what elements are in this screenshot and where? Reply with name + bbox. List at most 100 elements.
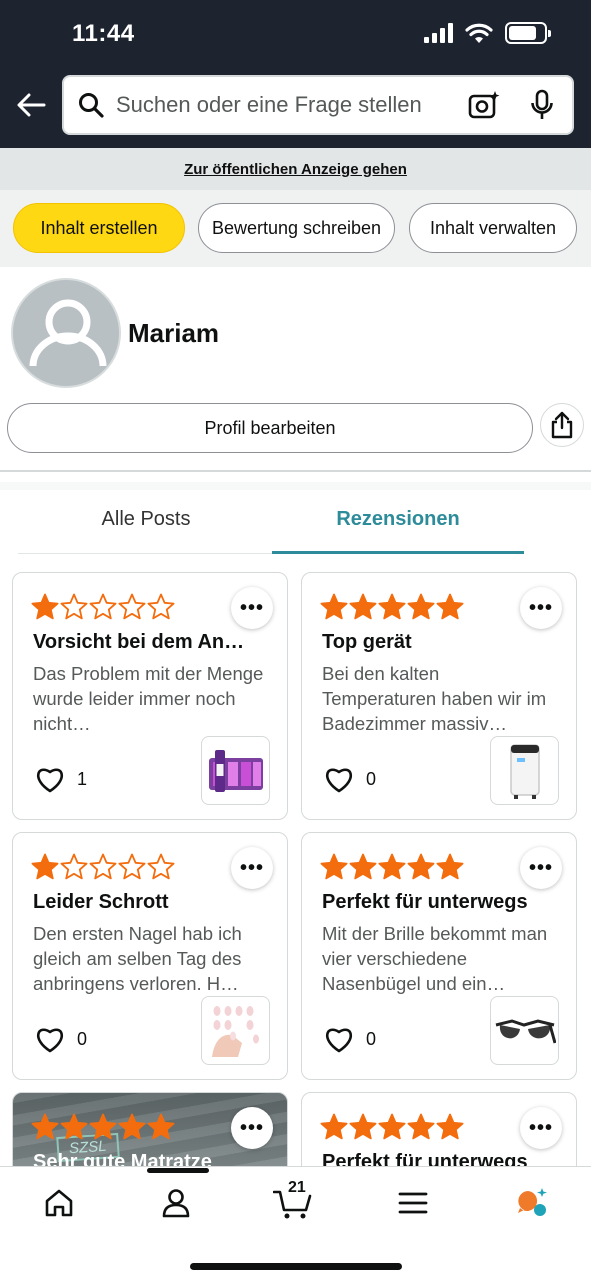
- press-on-nails-icon[interactable]: [201, 996, 270, 1065]
- menu-icon[interactable]: [383, 1183, 443, 1223]
- review-card[interactable]: ••• Vorsicht bei dem An… Das Problem mit…: [12, 572, 288, 820]
- public-view-bar: Zur öffentlichen Anzeige gehen: [0, 148, 591, 190]
- star-empty-icon: [60, 593, 88, 620]
- profile-name: Mariam: [128, 318, 220, 348]
- star-filled-icon: [378, 593, 406, 620]
- star-filled-icon: [31, 853, 59, 880]
- star-filled-icon: [349, 593, 377, 620]
- home-icon[interactable]: [29, 1183, 89, 1223]
- star-filled-icon: [31, 593, 59, 620]
- battery-icon: [505, 22, 551, 44]
- edit-profile-button[interactable]: Profil bearbeiten: [7, 403, 533, 453]
- assistant-chat-icon[interactable]: [502, 1183, 562, 1223]
- review-title: Top gerät: [322, 631, 412, 653]
- tab-all-posts[interactable]: Alle Posts: [20, 508, 272, 531]
- share-icon[interactable]: [540, 403, 584, 447]
- back-arrow-icon[interactable]: [14, 88, 48, 122]
- star-rating: [31, 853, 175, 880]
- star-filled-icon: [118, 1113, 146, 1140]
- search-bar[interactable]: Suchen oder eine Frage stellen: [62, 75, 574, 135]
- like-button[interactable]: 0: [324, 1026, 376, 1053]
- star-filled-icon: [60, 1113, 88, 1140]
- more-options-icon[interactable]: •••: [520, 587, 562, 629]
- star-filled-icon: [407, 1113, 435, 1140]
- like-count: 0: [366, 1029, 377, 1049]
- heart-icon: [326, 1028, 352, 1053]
- star-filled-icon: [320, 593, 348, 620]
- star-rating: [320, 1113, 464, 1140]
- star-empty-icon: [60, 853, 88, 880]
- tab-reviews[interactable]: Rezensionen: [272, 508, 524, 531]
- more-options-icon[interactable]: •••: [231, 1107, 273, 1149]
- star-filled-icon: [407, 593, 435, 620]
- more-options-icon[interactable]: •••: [520, 847, 562, 889]
- public-view-link[interactable]: Zur öffentlichen Anzeige gehen: [184, 161, 407, 178]
- review-title: Vorsicht bei dem An…: [33, 631, 245, 653]
- star-empty-icon: [147, 593, 175, 620]
- more-options-icon[interactable]: •••: [520, 1107, 562, 1149]
- star-empty-icon: [89, 593, 117, 620]
- account-icon[interactable]: [146, 1183, 206, 1223]
- home-indicator: [190, 1263, 402, 1270]
- like-count: 0: [77, 1029, 88, 1049]
- manage-content-button[interactable]: Inhalt verwalten: [409, 203, 577, 253]
- star-rating: [31, 1113, 175, 1140]
- star-filled-icon: [436, 593, 464, 620]
- camera-icon[interactable]: [466, 87, 502, 123]
- more-options-icon[interactable]: •••: [231, 847, 273, 889]
- search-input[interactable]: Suchen oder eine Frage stellen: [116, 92, 466, 118]
- status-time: 11:44: [72, 20, 135, 47]
- divider: [0, 482, 591, 490]
- star-filled-icon: [147, 1113, 175, 1140]
- heart-icon: [37, 768, 63, 793]
- review-card[interactable]: ••• Top gerät Bei den kalten Temperature…: [301, 572, 577, 820]
- like-button[interactable]: 1: [35, 766, 87, 793]
- active-tab-indicator: [147, 1168, 209, 1173]
- cart-count-badge: 21: [288, 1179, 306, 1196]
- like-button[interactable]: 0: [35, 1026, 87, 1053]
- star-rating: [31, 593, 175, 620]
- write-review-button[interactable]: Bewertung schreiben: [198, 203, 395, 253]
- bottom-navigation: 21: [0, 1166, 591, 1280]
- smart-glasses-icon[interactable]: [490, 996, 559, 1065]
- energy-drink-pack-icon[interactable]: [201, 736, 270, 805]
- star-filled-icon: [349, 1113, 377, 1140]
- review-card[interactable]: ••• Leider Schrott Den ersten Nagel hab …: [12, 832, 288, 1080]
- star-filled-icon: [320, 853, 348, 880]
- like-count: 0: [366, 769, 377, 789]
- star-filled-icon: [436, 853, 464, 880]
- search-icon: [76, 90, 106, 120]
- top-header: 11:44 Suchen oder eine Frage stellen: [0, 0, 591, 148]
- star-rating: [320, 593, 464, 620]
- like-button[interactable]: 0: [324, 766, 376, 793]
- create-content-button[interactable]: Inhalt erstellen: [13, 203, 185, 253]
- review-title: Perfekt für unterwegs: [322, 891, 528, 913]
- review-body: Das Problem mit der Menge wurde leider i…: [33, 663, 264, 734]
- review-body: Den ersten Nagel hab ich gleich am selbe…: [33, 923, 242, 994]
- dehumidifier-icon[interactable]: [490, 736, 559, 805]
- like-count: 1: [77, 769, 88, 789]
- status-icons: [424, 22, 551, 44]
- review-body: Bei den kalten Temperaturen haben wir im…: [322, 663, 547, 734]
- more-options-icon[interactable]: •••: [231, 587, 273, 629]
- star-filled-icon: [436, 1113, 464, 1140]
- star-filled-icon: [349, 853, 377, 880]
- heart-icon: [326, 768, 352, 793]
- star-filled-icon: [378, 853, 406, 880]
- tab-active-indicator: [272, 551, 524, 554]
- wifi-icon: [465, 23, 493, 43]
- microphone-icon[interactable]: [524, 87, 560, 123]
- star-empty-icon: [118, 853, 146, 880]
- avatar[interactable]: [11, 278, 121, 388]
- cellular-signal-icon: [424, 23, 453, 43]
- review-body: Mit der Brille bekommt man vier verschie…: [322, 923, 548, 994]
- review-card[interactable]: ••• Perfekt für unterwegs Mit der Brille…: [301, 832, 577, 1080]
- star-filled-icon: [320, 1113, 348, 1140]
- default-user-icon: [29, 299, 107, 367]
- heart-icon: [37, 1028, 63, 1053]
- star-filled-icon: [89, 1113, 117, 1140]
- divider: [0, 470, 591, 472]
- star-filled-icon: [31, 1113, 59, 1140]
- action-pills: Inhalt erstellen Bewertung schreiben Inh…: [0, 190, 591, 267]
- review-title: Leider Schrott: [33, 891, 169, 913]
